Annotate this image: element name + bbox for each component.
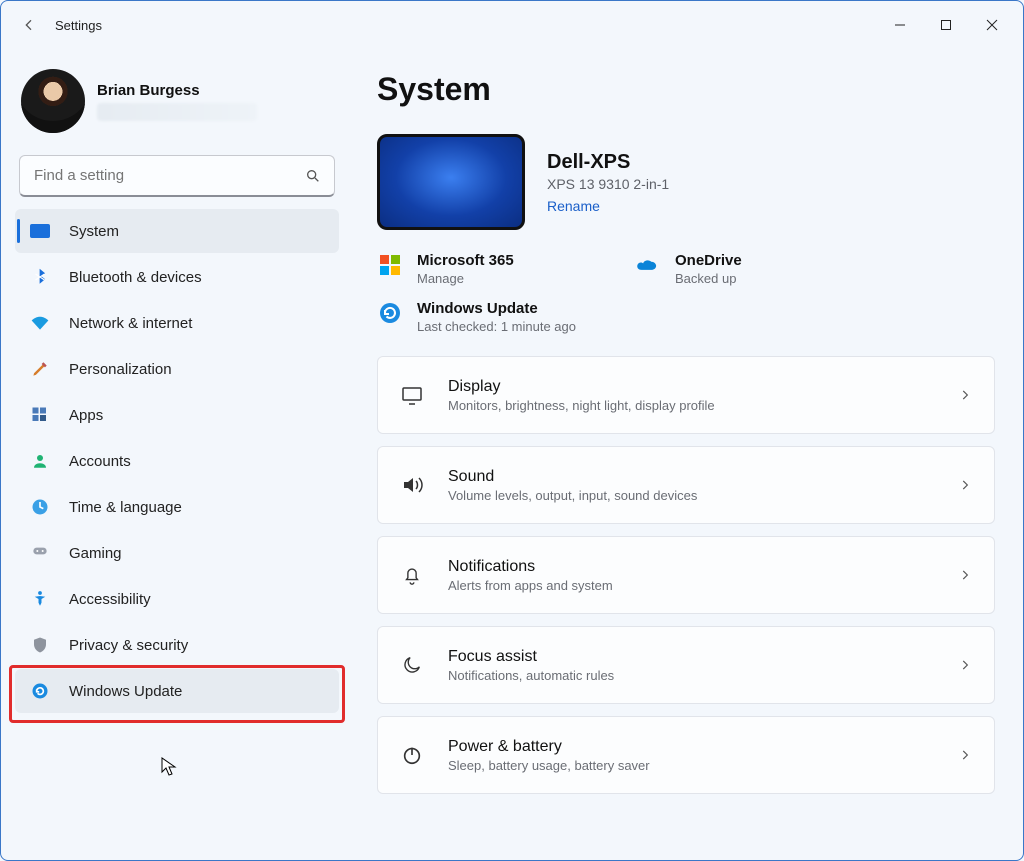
chevron-right-icon bbox=[958, 748, 972, 762]
device-name: Dell-XPS bbox=[547, 151, 669, 174]
device-summary: Dell-XPS XPS 13 9310 2-in-1 Rename bbox=[377, 134, 995, 230]
update-icon bbox=[377, 300, 403, 326]
moon-icon bbox=[400, 653, 424, 677]
status-title: Microsoft 365 bbox=[417, 252, 514, 269]
sidebar-item-privacy[interactable]: Privacy & security bbox=[15, 623, 339, 667]
card-title: Power & battery bbox=[448, 738, 934, 756]
clock-globe-icon bbox=[29, 496, 51, 518]
wifi-icon bbox=[29, 312, 51, 334]
update-icon bbox=[29, 680, 51, 702]
chevron-right-icon bbox=[958, 478, 972, 492]
sidebar: Brian Burgess System Bluetooth & devices… bbox=[1, 49, 353, 860]
sidebar-item-label: Bluetooth & devices bbox=[69, 269, 202, 286]
card-title: Notifications bbox=[448, 558, 934, 576]
sidebar-item-personalization[interactable]: Personalization bbox=[15, 347, 339, 391]
card-sub: Monitors, brightness, night light, displ… bbox=[448, 398, 934, 413]
search-box bbox=[19, 155, 335, 197]
profile[interactable]: Brian Burgess bbox=[13, 61, 341, 149]
profile-name: Brian Burgess bbox=[97, 82, 257, 99]
card-title: Focus assist bbox=[448, 648, 934, 666]
card-sound[interactable]: Sound Volume levels, output, input, soun… bbox=[377, 446, 995, 524]
microsoft-365-icon bbox=[377, 252, 403, 278]
system-icon bbox=[29, 220, 51, 242]
sidebar-item-time-language[interactable]: Time & language bbox=[15, 485, 339, 529]
sidebar-item-label: System bbox=[69, 223, 119, 240]
sidebar-item-gaming[interactable]: Gaming bbox=[15, 531, 339, 575]
card-notifications[interactable]: Notifications Alerts from apps and syste… bbox=[377, 536, 995, 614]
card-title: Display bbox=[448, 378, 934, 396]
onedrive-icon bbox=[635, 252, 661, 278]
card-title: Sound bbox=[448, 468, 934, 486]
sidebar-item-label: Accounts bbox=[69, 453, 131, 470]
sidebar-nav: System Bluetooth & devices Network & int… bbox=[13, 209, 341, 713]
sidebar-item-label: Apps bbox=[69, 407, 103, 424]
paintbrush-icon bbox=[29, 358, 51, 380]
sidebar-item-system[interactable]: System bbox=[15, 209, 339, 253]
avatar bbox=[21, 69, 85, 133]
sidebar-item-accounts[interactable]: Accounts bbox=[15, 439, 339, 483]
sidebar-item-label: Privacy & security bbox=[69, 637, 188, 654]
apps-icon bbox=[29, 404, 51, 426]
sidebar-item-network[interactable]: Network & internet bbox=[15, 301, 339, 345]
profile-email-hidden bbox=[97, 103, 257, 121]
status-sub: Manage bbox=[417, 271, 514, 286]
window-controls bbox=[877, 9, 1015, 41]
device-thumbnail bbox=[377, 134, 525, 230]
card-focus-assist[interactable]: Focus assist Notifications, automatic ru… bbox=[377, 626, 995, 704]
sidebar-item-label: Personalization bbox=[69, 361, 172, 378]
sidebar-item-label: Gaming bbox=[69, 545, 122, 562]
sidebar-item-bluetooth[interactable]: Bluetooth & devices bbox=[15, 255, 339, 299]
status-grid: Microsoft 365 Manage OneDrive Backed up bbox=[377, 252, 937, 334]
device-model: XPS 13 9310 2-in-1 bbox=[547, 176, 669, 192]
page-title: System bbox=[377, 71, 995, 108]
chevron-right-icon bbox=[958, 388, 972, 402]
card-sub: Notifications, automatic rules bbox=[448, 668, 934, 683]
gamepad-icon bbox=[29, 542, 51, 564]
minimize-button[interactable] bbox=[877, 9, 923, 41]
chevron-right-icon bbox=[958, 658, 972, 672]
display-icon bbox=[400, 383, 424, 407]
chevron-right-icon bbox=[958, 568, 972, 582]
card-display[interactable]: Display Monitors, brightness, night ligh… bbox=[377, 356, 995, 434]
shield-icon bbox=[29, 634, 51, 656]
maximize-button[interactable] bbox=[923, 9, 969, 41]
status-title: Windows Update bbox=[417, 300, 576, 317]
card-sub: Sleep, battery usage, battery saver bbox=[448, 758, 934, 773]
app-title: Settings bbox=[55, 18, 102, 33]
sidebar-item-apps[interactable]: Apps bbox=[15, 393, 339, 437]
card-sub: Volume levels, output, input, sound devi… bbox=[448, 488, 934, 503]
status-ms365[interactable]: Microsoft 365 Manage bbox=[377, 252, 587, 286]
sidebar-item-windows-update[interactable]: Windows Update bbox=[15, 669, 339, 713]
rename-link[interactable]: Rename bbox=[547, 198, 669, 214]
card-power-battery[interactable]: Power & battery Sleep, battery usage, ba… bbox=[377, 716, 995, 794]
sound-icon bbox=[400, 473, 424, 497]
back-button[interactable] bbox=[9, 5, 49, 45]
sidebar-item-label: Windows Update bbox=[69, 683, 182, 700]
bell-icon bbox=[400, 563, 424, 587]
sidebar-item-label: Accessibility bbox=[69, 591, 151, 608]
main-content: System Dell-XPS XPS 13 9310 2-in-1 Renam… bbox=[353, 49, 1023, 860]
settings-cards: Display Monitors, brightness, night ligh… bbox=[377, 356, 995, 794]
power-icon bbox=[400, 743, 424, 767]
accessibility-icon bbox=[29, 588, 51, 610]
status-title: OneDrive bbox=[675, 252, 742, 269]
person-icon bbox=[29, 450, 51, 472]
sidebar-item-accessibility[interactable]: Accessibility bbox=[15, 577, 339, 621]
search-input[interactable] bbox=[19, 155, 335, 197]
titlebar: Settings bbox=[1, 1, 1023, 49]
status-windows-update[interactable]: Windows Update Last checked: 1 minute ag… bbox=[377, 300, 677, 334]
status-sub: Last checked: 1 minute ago bbox=[417, 319, 576, 334]
card-sub: Alerts from apps and system bbox=[448, 578, 934, 593]
sidebar-item-label: Network & internet bbox=[69, 315, 192, 332]
close-button[interactable] bbox=[969, 9, 1015, 41]
bluetooth-icon bbox=[29, 266, 51, 288]
search-icon bbox=[305, 168, 321, 184]
status-onedrive[interactable]: OneDrive Backed up bbox=[635, 252, 845, 286]
sidebar-item-label: Time & language bbox=[69, 499, 182, 516]
status-sub: Backed up bbox=[675, 271, 742, 286]
